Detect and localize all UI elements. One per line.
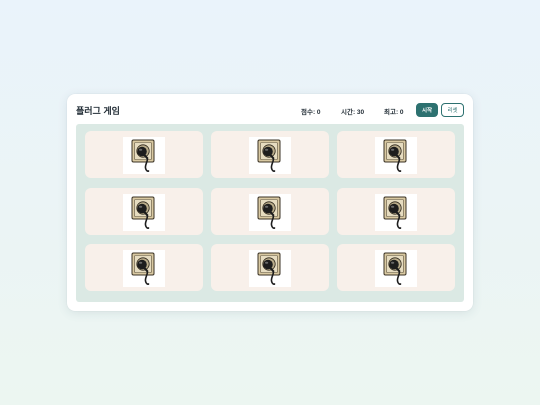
- board-cell[interactable]: [85, 244, 203, 291]
- board-cell[interactable]: [337, 244, 455, 291]
- game-board: [76, 124, 464, 302]
- plug-socket-icon: [249, 194, 291, 231]
- plug-socket-icon: [249, 250, 291, 287]
- plug-socket-icon: [123, 137, 165, 174]
- plug-socket-icon: [123, 194, 165, 231]
- plug-socket-icon: [375, 250, 417, 287]
- board-cell[interactable]: [211, 244, 329, 291]
- board-cell[interactable]: [85, 131, 203, 178]
- game-card: 플러그 게임 점수: 0 시간: 30 최고: 0 시작 리셋: [67, 94, 473, 311]
- board-cell[interactable]: [337, 188, 455, 235]
- plug-socket-icon: [375, 194, 417, 231]
- score-display: 점수: 0: [301, 109, 321, 116]
- plug-socket-icon: [123, 250, 165, 287]
- reset-button[interactable]: 리셋: [441, 103, 464, 117]
- start-button[interactable]: 시작: [416, 103, 438, 117]
- time-display: 시간: 30: [341, 109, 365, 116]
- game-title: 플러그 게임: [76, 106, 120, 116]
- board-cell[interactable]: [337, 131, 455, 178]
- best-score-display: 최고: 0: [384, 109, 404, 116]
- game-header: 플러그 게임 점수: 0 시간: 30 최고: 0 시작 리셋: [67, 94, 473, 126]
- plug-socket-icon: [375, 137, 417, 174]
- board-cell[interactable]: [211, 131, 329, 178]
- board-cell[interactable]: [85, 188, 203, 235]
- plug-socket-icon: [249, 137, 291, 174]
- board-cell[interactable]: [211, 188, 329, 235]
